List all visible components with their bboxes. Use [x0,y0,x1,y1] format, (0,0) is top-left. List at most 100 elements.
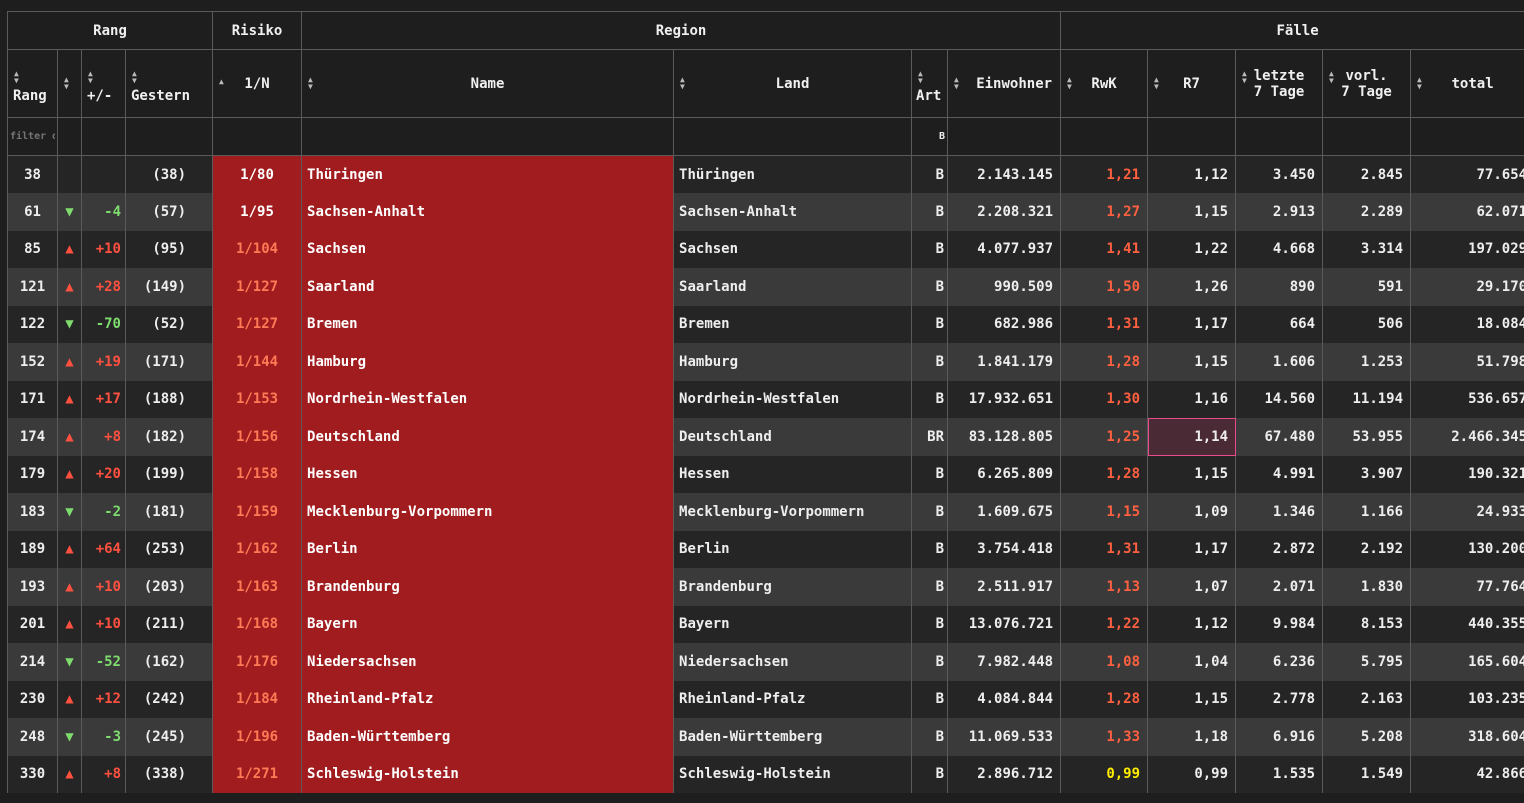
filter-cell-art[interactable]: B [911,117,949,156]
col-land-label: Land [775,75,810,92]
cell-risk: 1/127 [212,268,303,306]
table-row[interactable]: 330 ▲ +8 (338) 1/271 Schleswig-Holstein Schles… [7,755,1524,793]
col-rang[interactable]: ▲ ▼ Rang [7,49,58,118]
col-art[interactable]: ▲ ▼ Art [911,49,949,118]
cell-rang: 171 [7,380,58,418]
table-row[interactable]: 183 ▼ -2 (181) 1/159 Mecklenburg-Vorpommern Me… [7,493,1524,531]
cell-r7: 1,22 [1147,230,1237,268]
cell-land: Schleswig-Holstein [673,755,913,793]
cell-vorl: 11.194 [1322,380,1412,418]
filter-cell-delta[interactable] [81,117,126,156]
cell-name[interactable]: Nordrhein-Westfalen [301,380,675,418]
cell-name[interactable]: Hessen [301,455,675,493]
cell-name[interactable]: Deutschland [301,418,675,456]
cell-name[interactable]: Brandenburg [301,568,675,606]
col-total[interactable]: ▲ ▼ total [1410,49,1524,118]
sort-both-icon: ▲ ▼ [954,75,959,91]
col-letzte-label-2: 7 Tage [1253,83,1305,100]
cell-name[interactable]: Mecklenburg-Vorpommern [301,493,675,531]
cell-name[interactable]: Sachsen [301,230,675,268]
triangle-down-icon: ▼ [57,718,82,756]
cell-name[interactable]: Bremen [301,305,675,343]
filter-cell-name[interactable] [301,117,675,156]
cell-total: 318.604 [1410,718,1524,756]
filter-cell-vorl[interactable] [1322,117,1412,156]
filter-cell-letzte[interactable] [1235,117,1324,156]
col-r7[interactable]: ▲ ▼ R7 [1147,49,1237,118]
col-land[interactable]: ▲ ▼ Land [673,49,913,118]
table-row[interactable]: 171 ▲ +17 (188) 1/153 Nordrhein-Westfalen Nord… [7,380,1524,418]
cell-total: 197.029 [1410,230,1524,268]
filter-cell-rang[interactable] [7,117,58,156]
cell-rang: 214 [7,643,58,681]
cell-name[interactable]: Niedersachsen [301,643,675,681]
cell-gestern: (95) [124,230,214,268]
table-row[interactable]: 193 ▲ +10 (203) 1/163 Brandenburg Brandenburg B… [7,568,1524,606]
cell-rang: 174 [7,418,58,456]
filter-cell-rwk[interactable] [1060,117,1149,156]
cell-risk: 1/159 [212,493,303,531]
cell-risk: 1/271 [212,755,303,793]
cell-name[interactable]: Baden-Württemberg [301,718,675,756]
table-row[interactable]: 230 ▲ +12 (242) 1/184 Rheinland-Pfalz Rheinlan… [7,680,1524,718]
col-einwohner[interactable]: ▲ ▼ Einwohner [947,49,1062,118]
col-risk[interactable]: ▲ 1/N [212,49,303,118]
cell-risk: 1/153 [212,380,303,418]
filter-cell-einwohner[interactable] [947,117,1062,156]
filter-cell-gestern[interactable] [124,117,214,156]
cell-gestern: (38) [124,155,214,193]
table-row[interactable]: 189 ▲ +64 (253) 1/162 Berlin Berlin B 3.754.418 1… [7,530,1524,568]
cell-name[interactable]: Schleswig-Holstein [301,755,675,793]
cell-land: Hamburg [673,343,913,381]
cell-name[interactable]: Berlin [301,530,675,568]
table-row[interactable]: 122 ▼ -70 (52) 1/127 Bremen Bremen B 682.986 1,31… [7,305,1524,343]
filter-cell-land[interactable] [673,117,913,156]
cell-einwohner: 2.143.145 [947,155,1062,193]
cell-einwohner: 1.609.675 [947,493,1062,531]
table-row[interactable]: 248 ▼ -3 (245) 1/196 Baden-Württemberg Baden-W… [7,718,1524,756]
col-letzte-label-1: letzte [1253,67,1305,84]
col-rwk[interactable]: ▲ ▼ RwK [1060,49,1149,118]
cell-name[interactable]: Thüringen [301,155,675,193]
table-row[interactable]: 152 ▲ +19 (171) 1/144 Hamburg Hamburg B 1.841.17… [7,343,1524,381]
col-gestern[interactable]: ▲ ▼ Gestern [124,49,214,118]
cell-letzte: 2.872 [1235,530,1324,568]
trend-icon [57,155,82,193]
filter-cell-r7[interactable] [1147,117,1237,156]
col-delta[interactable]: ▲ ▼ +/- [81,49,126,118]
cell-name[interactable]: Bayern [301,605,675,643]
table-row[interactable]: 174 ▲ +8 (182) 1/156 Deutschland Deutschland BR… [7,418,1524,456]
cell-art: B [911,268,949,306]
cell-land: Sachsen-Anhalt [673,193,913,231]
cell-r7: 0,99 [1147,755,1237,793]
table-row[interactable]: 201 ▲ +10 (211) 1/168 Bayern Bayern B 13.076.721… [7,605,1524,643]
filter-cell-risk[interactable] [212,117,303,156]
table-row[interactable]: 214 ▼ -52 (162) 1/176 Niedersachsen Niedersach… [7,643,1524,681]
table-row[interactable]: 61 ▼ -4 (57) 1/95 Sachsen-Anhalt Sachsen-Anhal… [7,193,1524,231]
cell-land: Rheinland-Pfalz [673,680,913,718]
sort-both-icon: ▲ ▼ [680,75,685,91]
col-total-label: total [1451,75,1494,92]
col-letzte[interactable]: ▲ ▼ letzte 7 Tage [1235,49,1324,118]
table-row[interactable]: 38 (38) 1/80 Thüringen Thüringen B 2.143.145 1,… [7,155,1524,193]
table-row[interactable]: 121 ▲ +28 (149) 1/127 Saarland Saarland B 990.50… [7,268,1524,306]
filter-cell-total[interactable] [1410,117,1524,156]
sort-asc-icon: ▲ [219,77,224,86]
col-name[interactable]: ▲ ▼ Name [301,49,675,118]
cell-name[interactable]: Saarland [301,268,675,306]
cell-gestern: (171) [124,343,214,381]
cell-name[interactable]: Sachsen-Anhalt [301,193,675,231]
cell-risk: 1/127 [212,305,303,343]
cell-name[interactable]: Hamburg [301,343,675,381]
filter-cell-dir[interactable] [57,117,82,156]
table-row[interactable]: 179 ▲ +20 (199) 1/158 Hessen Hessen B 6.265.809 1… [7,455,1524,493]
cell-land: Hessen [673,455,913,493]
col-dir[interactable]: ▲ ▼ [57,49,82,118]
filter-input-rang[interactable] [10,131,55,142]
cell-einwohner: 7.982.448 [947,643,1062,681]
table-row[interactable]: 85 ▲ +10 (95) 1/104 Sachsen Sachsen B 4.077.937 1… [7,230,1524,268]
col-vorl[interactable]: ▲ ▼ vorl. 7 Tage [1322,49,1412,118]
cell-gestern: (338) [124,755,214,793]
cell-name[interactable]: Rheinland-Pfalz [301,680,675,718]
cell-rang: 179 [7,455,58,493]
